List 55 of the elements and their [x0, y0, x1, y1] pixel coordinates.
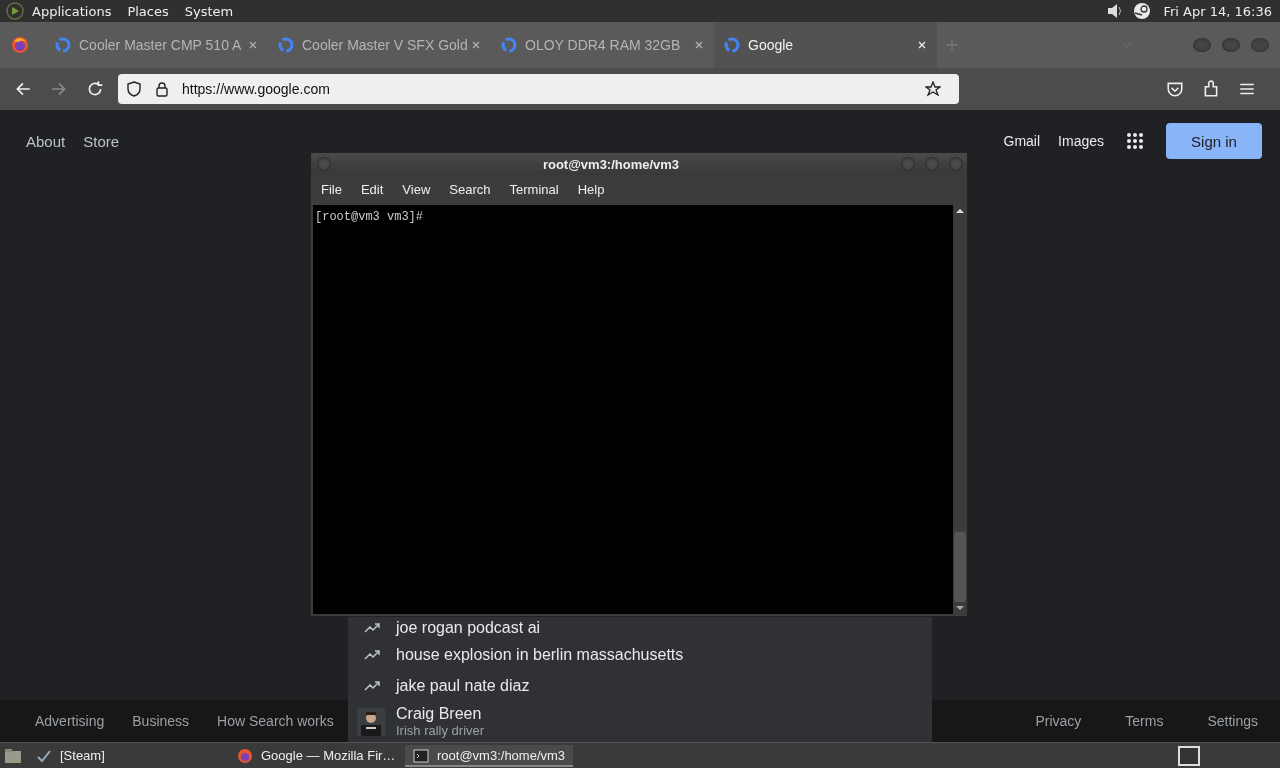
header-link[interactable]: Gmail: [1003, 133, 1041, 149]
header-link[interactable]: Store: [83, 132, 120, 150]
workspace-switcher[interactable]: [1178, 745, 1200, 766]
back-icon[interactable]: [14, 80, 32, 98]
trending-icon: [364, 680, 382, 691]
terminal-icon: [413, 747, 429, 764]
address-bar[interactable]: https://www.google.com: [118, 74, 959, 104]
menu-item[interactable]: Help: [577, 181, 605, 197]
footer-link[interactable]: How Search works: [217, 713, 334, 729]
browser-tab[interactable]: Google: [714, 22, 937, 68]
panel-menu[interactable]: System: [184, 3, 234, 19]
header-link[interactable]: About: [26, 132, 66, 150]
menu-item[interactable]: Terminal: [509, 181, 559, 197]
footer-link[interactable]: Settings: [1207, 713, 1258, 729]
firefox-icon[interactable]: [11, 36, 29, 54]
scroll-up-icon[interactable]: [955, 208, 965, 214]
footer-link[interactable]: Advertising: [35, 713, 105, 729]
suggestion-text[interactable]: house explosion in berlin massachusetts: [396, 645, 684, 664]
firefox-icon: [237, 747, 253, 764]
apps-grid-icon[interactable]: [1126, 132, 1144, 150]
panel-menu[interactable]: Applications: [32, 3, 112, 19]
show-desktop-icon[interactable]: [4, 747, 22, 764]
panel-menu[interactable]: Places: [127, 3, 169, 19]
footer-link[interactable]: Business: [132, 713, 190, 729]
forward-icon[interactable]: [50, 80, 68, 98]
suggestion-text[interactable]: Craig Breen: [396, 704, 485, 722]
taskbar-button[interactable]: root@vm3:/home/vm3: [405, 744, 574, 767]
scroll-down-icon[interactable]: [955, 605, 965, 611]
sign-in-button[interactable]: Sign in: [1166, 123, 1262, 159]
menu-item[interactable]: Edit: [360, 181, 384, 197]
header-link[interactable]: Images: [1058, 133, 1104, 149]
extensions-icon[interactable]: [1202, 80, 1220, 98]
suggestion-subtitle: Irish rally driver: [396, 722, 485, 739]
pocket-icon[interactable]: [1166, 80, 1184, 98]
trending-icon: [364, 649, 382, 660]
taskbar-button[interactable]: [Steam]: [28, 744, 229, 767]
menu-item[interactable]: File: [321, 181, 342, 197]
window-title: root@vm3:/home/vm3: [541, 156, 681, 172]
terminal-prompt: [root@vm3 vm3]#: [315, 210, 424, 224]
trending-icon: [364, 623, 382, 633]
close-icon[interactable]: [471, 40, 481, 50]
taskbar-button[interactable]: Google — Mozilla Fir…: [229, 744, 405, 767]
close-icon[interactable]: [694, 40, 704, 50]
menu-item[interactable]: View: [402, 181, 431, 197]
close-icon[interactable]: [248, 40, 258, 50]
clock[interactable]: Fri Apr 14, 16:36: [1163, 3, 1272, 19]
footer-link[interactable]: Terms: [1125, 713, 1164, 729]
reload-icon[interactable]: [86, 80, 104, 98]
suggestion-text[interactable]: jake paul nate diaz: [396, 676, 530, 695]
scroll-thumb[interactable]: [954, 532, 966, 602]
suggestion-text[interactable]: joe rogan podcast ai: [396, 619, 541, 637]
footer-link[interactable]: Privacy: [1035, 713, 1082, 729]
speaker-icon[interactable]: [1105, 2, 1124, 20]
menu-item[interactable]: Search: [449, 181, 491, 197]
distro-logo-icon[interactable]: [6, 2, 24, 20]
